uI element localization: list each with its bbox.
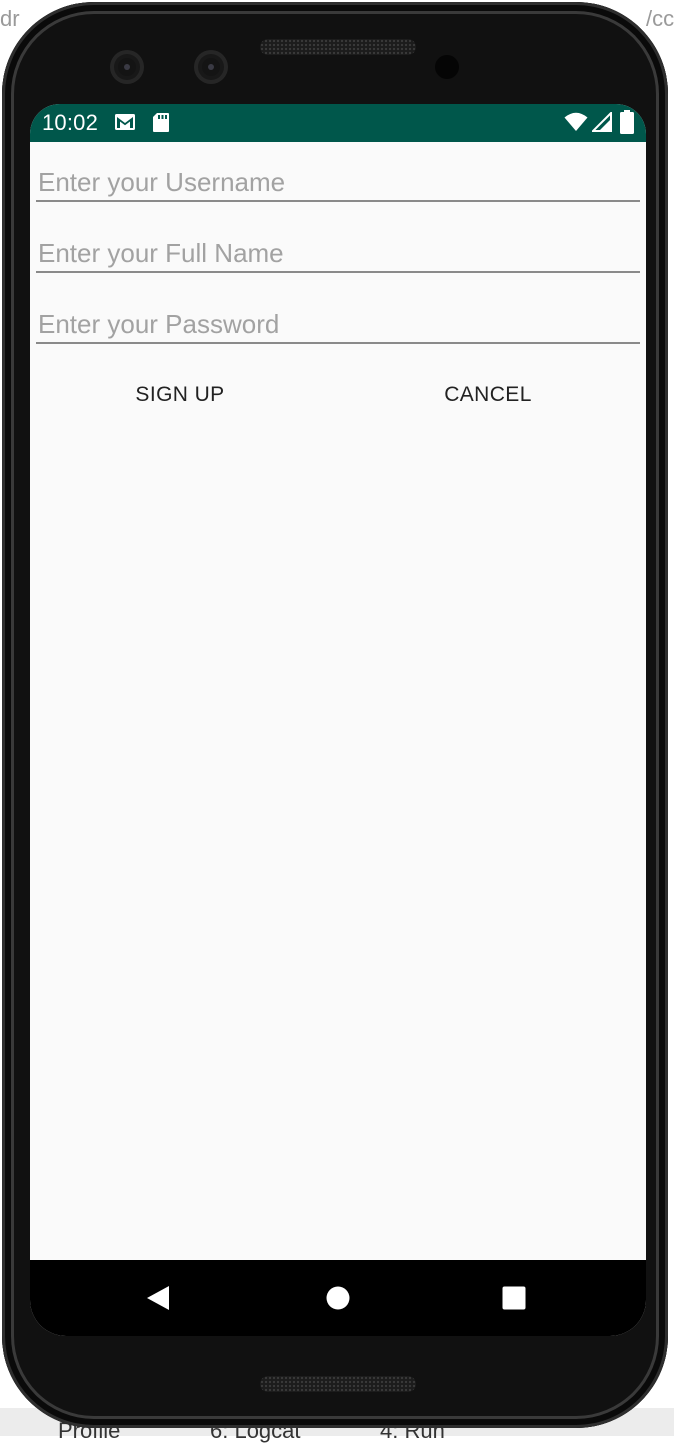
status-bar: 10:02: [30, 104, 646, 142]
username-input[interactable]: [38, 164, 636, 200]
status-clock: 10:02: [42, 110, 99, 135]
back-icon: [147, 1286, 169, 1310]
fullname-field: [36, 231, 640, 273]
bottom-speaker: [260, 1376, 416, 1392]
recents-icon: [502, 1286, 526, 1310]
username-field: [36, 160, 640, 202]
wifi-icon: [564, 112, 588, 131]
device-screen: 10:02 SIGN UP CANCEL: [30, 104, 646, 1336]
nav-recents-button[interactable]: [464, 1260, 564, 1336]
navigation-bar: [30, 1260, 646, 1336]
nav-back-button[interactable]: [108, 1260, 208, 1336]
ide-fragment-top-left: dr: [0, 6, 20, 31]
cell-signal-icon: [592, 112, 612, 132]
home-icon: [326, 1286, 350, 1310]
sign-up-button[interactable]: SIGN UP: [100, 372, 260, 418]
ide-fragment-top-right: /cc: [646, 6, 674, 31]
password-input[interactable]: [38, 306, 636, 342]
proximity-sensor: [435, 55, 459, 79]
nav-home-button[interactable]: [288, 1260, 388, 1336]
password-field: [36, 302, 640, 344]
fullname-input[interactable]: [38, 235, 636, 271]
front-camera-icon: [194, 50, 228, 84]
battery-icon: [620, 110, 634, 134]
earpiece-speaker: [260, 39, 416, 55]
front-camera-icon: [110, 50, 144, 84]
sd-card-icon: [153, 113, 169, 132]
cancel-button[interactable]: CANCEL: [408, 372, 568, 418]
gmail-icon: [115, 114, 135, 130]
